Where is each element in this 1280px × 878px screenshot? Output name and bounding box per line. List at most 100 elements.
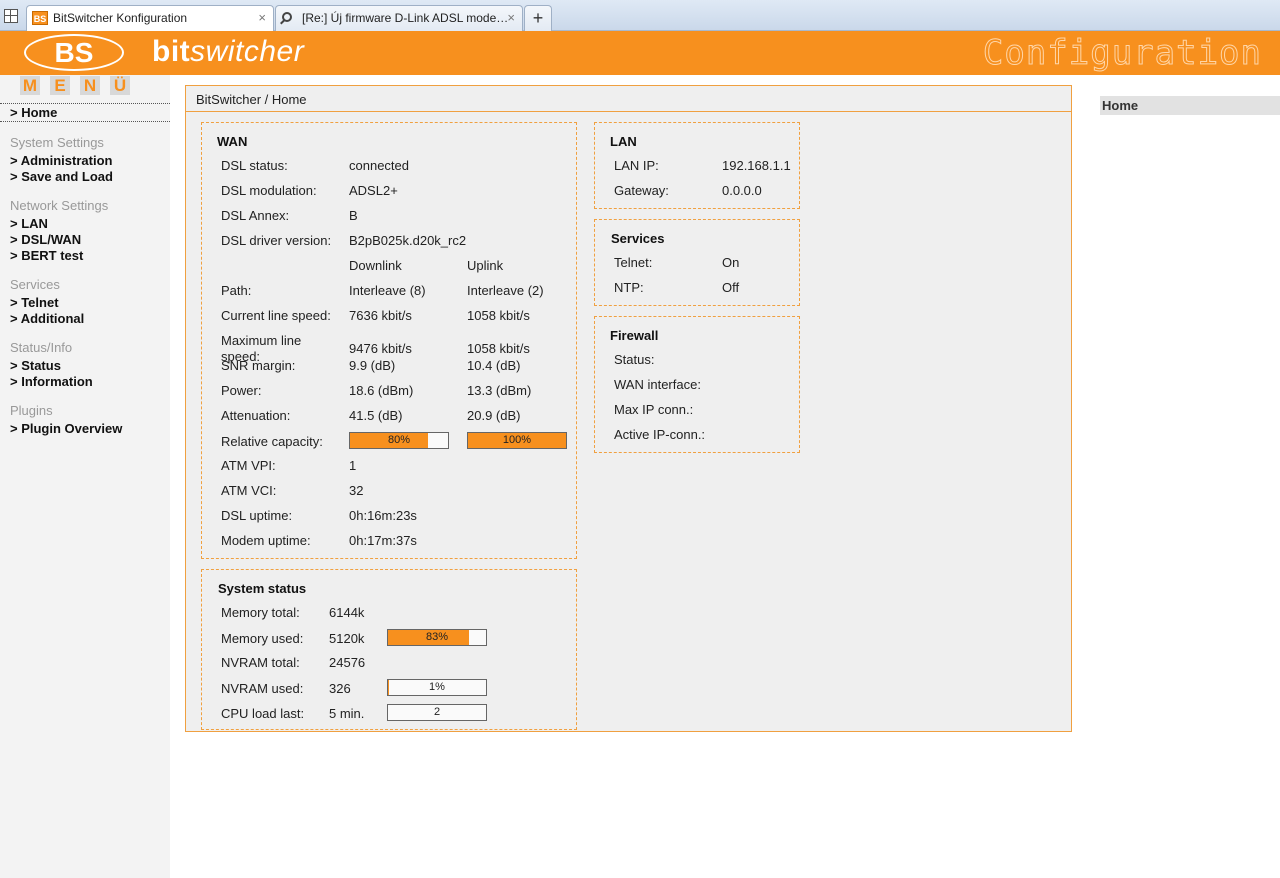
dsl-uptime-label: DSL uptime:	[221, 508, 293, 523]
power-downlink: 18.6 (dBm)	[349, 383, 414, 398]
uplink-header: Uplink	[467, 258, 504, 273]
sidebar-item-status[interactable]: > Status	[10, 358, 61, 373]
gateway-value: 0.0.0.0	[722, 183, 762, 198]
breadcrumb: BitSwitcher / Home	[196, 92, 307, 107]
sidebar-item-lan[interactable]: > LAN	[10, 216, 48, 231]
sidebar-item-administration[interactable]: > Administration	[10, 153, 112, 168]
lan-title: LAN	[610, 134, 637, 149]
downlink-header: Downlink	[349, 258, 402, 273]
right-column	[1090, 75, 1280, 878]
firewall-title: Firewall	[610, 328, 659, 343]
sidebar-heading-status-info: Status/Info	[10, 340, 73, 355]
nvram-used-bar: 1%	[387, 679, 487, 696]
memory-used-value: 5120k	[329, 631, 365, 646]
dsl-modulation-label: DSL modulation:	[221, 183, 317, 198]
bs-favicon-icon: BS	[32, 11, 48, 25]
sidebar-item-additional[interactable]: > Additional	[10, 311, 84, 326]
nvram-used-value: 326	[329, 681, 351, 696]
bar-label: 2	[433, 706, 441, 718]
bar-label: 1%	[429, 681, 445, 693]
driver-version-label: DSL driver version:	[221, 233, 332, 248]
gateway-label: Gateway:	[614, 183, 669, 198]
sidebar-item-bert-test[interactable]: > BERT test	[10, 248, 83, 263]
cpu-load-bar: 2	[387, 704, 487, 721]
firewall-status-label: Status:	[614, 352, 655, 367]
telnet-value: On	[722, 255, 740, 270]
nvram-total-label: NVRAM total:	[221, 655, 300, 670]
close-tab-icon[interactable]: ×	[507, 6, 515, 30]
wan-interface-label: WAN interface:	[614, 377, 701, 392]
right-home-label[interactable]: Home	[1100, 96, 1280, 115]
path-downlink: Interleave (8)	[349, 283, 426, 298]
ntp-value: Off	[722, 280, 740, 295]
tab-title: BitSwitcher Konfiguration	[53, 11, 188, 25]
sidebar-item-home[interactable]: > Home	[10, 105, 57, 120]
header-banner: BS bitswitcher Configuration	[0, 31, 1280, 75]
capacity-uplink-bar: 100%	[467, 432, 567, 449]
new-tab-button[interactable]: +	[524, 5, 552, 31]
search-favicon-icon	[282, 12, 292, 22]
browser-tab-bitswitcher[interactable]: BS BitSwitcher Konfiguration ×	[26, 5, 274, 31]
dsl-status-value: connected	[349, 158, 409, 173]
memory-total-value: 6144k	[329, 605, 365, 620]
nvram-total-value: 24576	[329, 655, 366, 670]
dsl-annex-label: DSL Annex:	[221, 208, 290, 223]
memory-total-label: Memory total:	[221, 605, 300, 620]
services-title: Services	[611, 231, 665, 246]
dsl-status-label: DSL status:	[221, 158, 288, 173]
bar-label: 80%	[387, 434, 411, 446]
current-speed-uplink: 1058 kbit/s	[467, 308, 530, 323]
menu-letters: M E N Ü	[20, 76, 130, 95]
dsl-annex-value: B	[349, 208, 358, 223]
sidebar-item-information[interactable]: > Information	[10, 374, 93, 389]
brand-rest: switcher	[190, 35, 305, 68]
snr-margin-downlink: 9.9 (dB)	[349, 358, 396, 373]
cpu-load-period: 5 min.	[329, 706, 365, 721]
sidebar-item-plugin-overview[interactable]: > Plugin Overview	[10, 421, 122, 436]
sidebar-heading-network: Network Settings	[10, 198, 109, 213]
sidebar-heading-system: System Settings	[10, 135, 104, 150]
power-uplink: 13.3 (dBm)	[467, 383, 532, 398]
browser-tab-forum[interactable]: [Re:] Új firmware D-Link ADSL mode… ×	[275, 5, 523, 31]
max-speed-label: Maximum line speed:	[221, 333, 302, 364]
telnet-label: Telnet:	[614, 255, 653, 270]
attenuation-uplink: 20.9 (dB)	[467, 408, 521, 423]
sidebar-item-telnet[interactable]: > Telnet	[10, 295, 59, 310]
cpu-load-label: CPU load last:	[221, 706, 305, 721]
path-uplink: Interleave (2)	[467, 283, 544, 298]
brand-name: bitswitcher	[152, 35, 304, 69]
sidebar-item-dsl-wan[interactable]: > DSL/WAN	[10, 232, 81, 247]
wan-title: WAN	[217, 134, 248, 149]
sidebar-menu: M E N Ü > Home System Settings > Adminis…	[0, 75, 170, 878]
lan-ip-value: 192.168.1.1	[722, 158, 791, 173]
bar-label: 100%	[502, 434, 532, 446]
browser-tab-bar: BS BitSwitcher Konfiguration × [Re:] Új …	[0, 0, 1280, 31]
lan-ip-label: LAN IP:	[614, 158, 659, 173]
relative-capacity-label: Relative capacity:	[221, 434, 323, 449]
menu-letter: M	[20, 76, 40, 95]
divider	[0, 103, 170, 104]
max-speed-downlink: 9476 kbit/s	[349, 341, 412, 356]
brand-bold: bit	[152, 35, 191, 68]
capacity-downlink-bar: 80%	[349, 432, 449, 449]
atm-vpi-value: 1	[349, 458, 357, 473]
close-tab-icon[interactable]: ×	[258, 6, 266, 30]
bs-logo[interactable]: BS	[24, 34, 124, 71]
sidebar-heading-services: Services	[10, 277, 60, 292]
page-header-title: Configuration	[982, 33, 1262, 74]
modem-uptime-value: 0h:17m:37s	[349, 533, 417, 548]
atm-vci-label: ATM VCI:	[221, 483, 277, 498]
snr-margin-label: SNR margin:	[221, 358, 296, 373]
driver-version-value: B2pB025k.d20k_rc2	[349, 233, 467, 248]
active-ip-conn-label: Active IP-conn.:	[614, 427, 706, 442]
current-speed-downlink: 7636 kbit/s	[349, 308, 412, 323]
max-speed-uplink: 1058 kbit/s	[467, 341, 530, 356]
tab-title: [Re:] Új firmware D-Link ADSL mode…	[302, 11, 509, 25]
modem-uptime-label: Modem uptime:	[221, 533, 311, 548]
menu-letter: N	[80, 76, 100, 95]
sidebar-item-save-load[interactable]: > Save and Load	[10, 169, 113, 184]
tab-grid-icon[interactable]	[4, 9, 18, 23]
attenuation-downlink: 41.5 (dB)	[349, 408, 403, 423]
ntp-label: NTP:	[614, 280, 644, 295]
dsl-modulation-value: ADSL2+	[349, 183, 398, 198]
